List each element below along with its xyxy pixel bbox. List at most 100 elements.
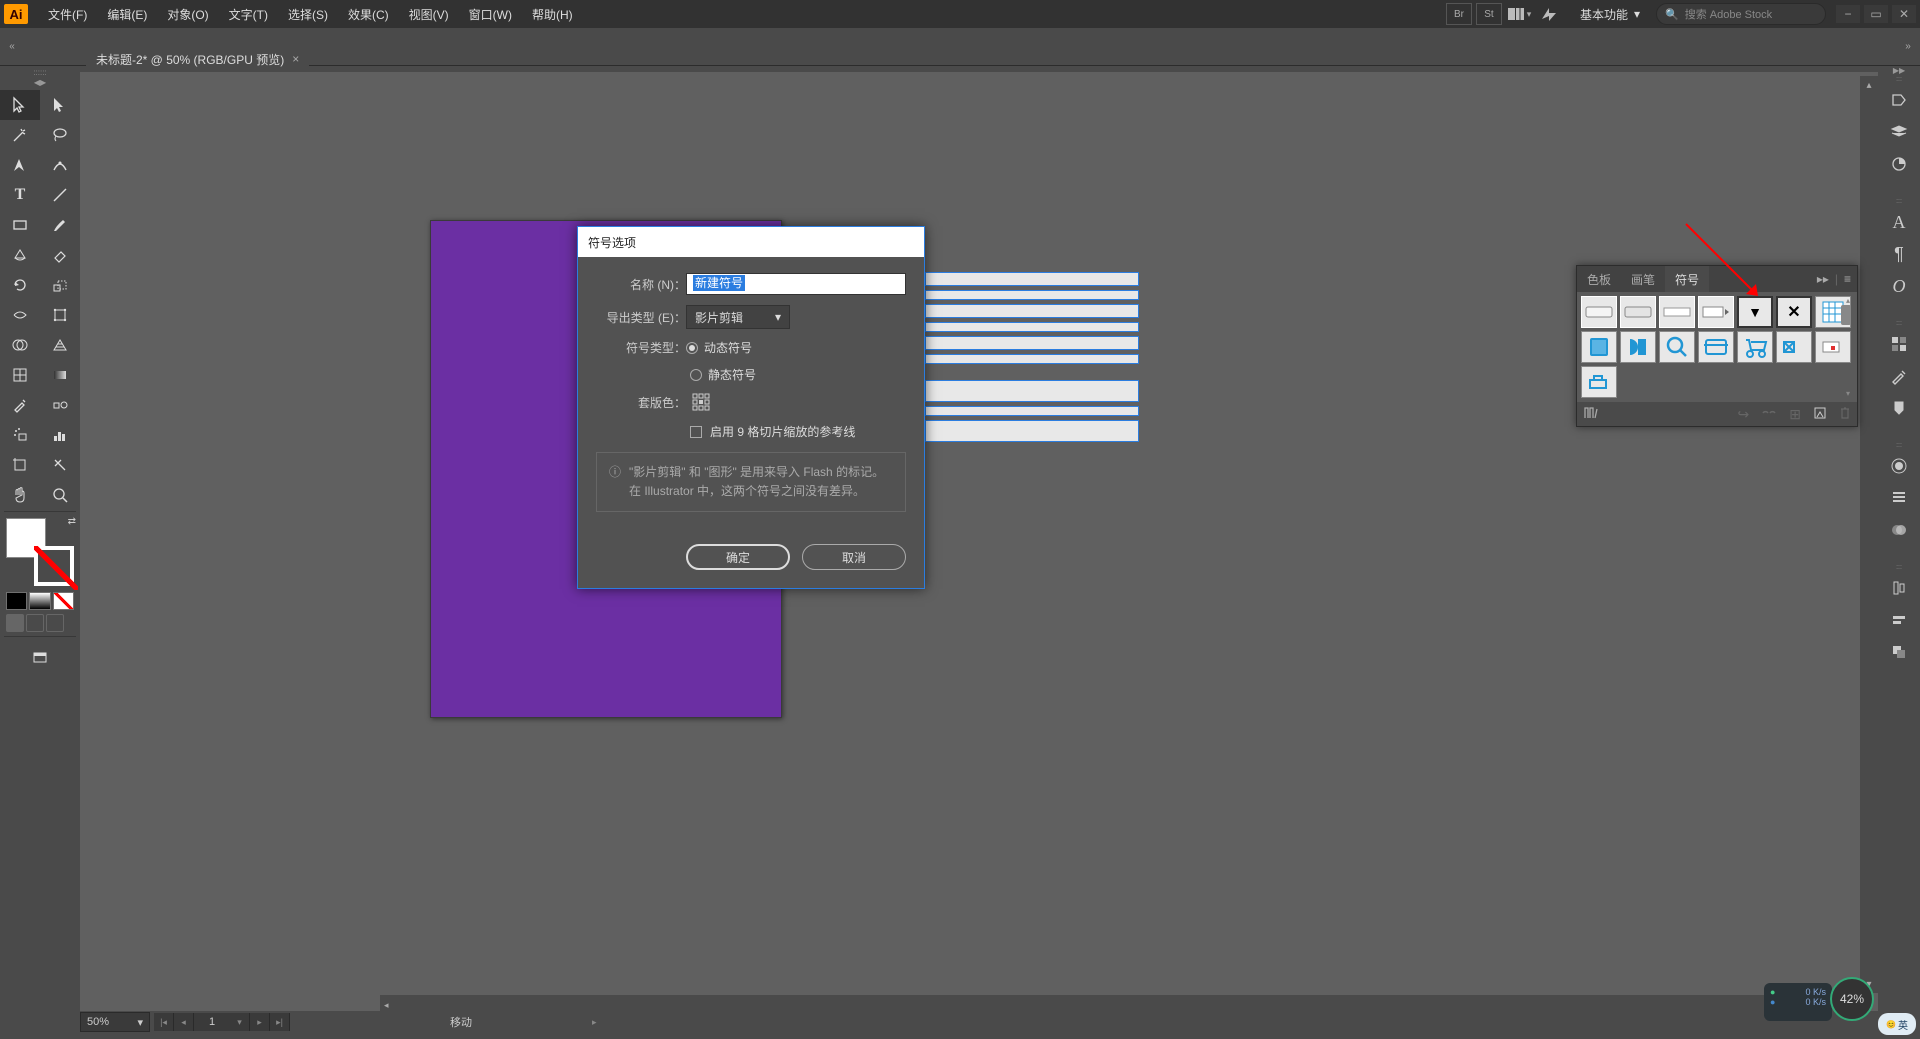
menu-select[interactable]: 选择(S) [278, 0, 338, 28]
panel-grip-3[interactable]: ::: [1878, 320, 1920, 328]
symbols-panel-icon[interactable] [1878, 392, 1920, 424]
symbol-cell[interactable] [1698, 331, 1734, 363]
transform-panel-icon[interactable] [1878, 604, 1920, 636]
status-arrow-icon[interactable]: ▸ [592, 1017, 597, 1028]
arrange-docs-icon[interactable]: ▾ [1506, 3, 1532, 25]
ime-badge[interactable]: 😊英 [1878, 1013, 1916, 1035]
maximize-button[interactable]: ▭ [1864, 5, 1888, 23]
symbol-cell[interactable] [1659, 296, 1695, 328]
menu-file[interactable]: 文件(F) [38, 0, 97, 28]
tool-grip[interactable]: :::::: [0, 68, 80, 78]
panel-grip-2[interactable]: ::: [1878, 198, 1920, 206]
none-mode-btn[interactable] [53, 592, 74, 610]
radio-dynamic[interactable] [686, 342, 698, 354]
symbol-cell[interactable] [1737, 331, 1773, 363]
symbol-cell[interactable] [1659, 331, 1695, 363]
panel-grip-1[interactable]: ::: [1878, 76, 1920, 84]
document-tab[interactable]: 未标题-2* @ 50% (RGB/GPU 预览) × [86, 47, 309, 71]
symbol-options-icon[interactable]: ⊞ [1789, 406, 1801, 423]
character-panel-icon[interactable]: A [1878, 206, 1920, 238]
symbol-cell[interactable] [1620, 296, 1656, 328]
page-dropdown-btn[interactable]: ▾ [230, 1013, 250, 1031]
symbol-cell[interactable] [1581, 331, 1617, 363]
blend-tool[interactable] [40, 390, 80, 420]
draw-normal-btn[interactable] [6, 614, 24, 632]
stock-icon[interactable]: St [1476, 3, 1502, 25]
symbol-cell[interactable] [1776, 331, 1812, 363]
appearance-panel-icon[interactable] [1878, 450, 1920, 482]
panel-expand-icon[interactable]: ▸▸ [1817, 272, 1829, 286]
perspective-tool[interactable] [40, 330, 80, 360]
radio-static[interactable] [690, 369, 702, 381]
panel-grip-4[interactable]: ::: [1878, 442, 1920, 450]
pen-tool[interactable] [0, 150, 40, 180]
workspace-switcher[interactable]: 基本功能 ▾ [1572, 6, 1648, 23]
curvature-tool[interactable] [40, 150, 80, 180]
transparency-panel-icon[interactable] [1878, 514, 1920, 546]
direct-selection-tool[interactable] [40, 90, 80, 120]
menu-edit[interactable]: 编辑(E) [97, 0, 157, 28]
eraser-tool[interactable] [40, 240, 80, 270]
menu-object[interactable]: 对象(O) [157, 0, 218, 28]
menu-effect[interactable]: 效果(C) [338, 0, 399, 28]
symbol-cell[interactable] [1620, 331, 1656, 363]
new-symbol-icon[interactable] [1813, 406, 1827, 423]
graph-tool[interactable] [40, 420, 80, 450]
opentype-panel-icon[interactable]: O [1878, 270, 1920, 302]
menu-type[interactable]: 文字(T) [219, 0, 278, 28]
tab-swatches[interactable]: 色板 [1577, 266, 1621, 292]
paragraph-panel-icon[interactable]: ¶ [1878, 238, 1920, 270]
canvas-symbol-bbox[interactable] [925, 272, 1139, 482]
canvas[interactable]: ▴ ▾ ◂ ▸ [80, 72, 1878, 1013]
eyedropper-tool[interactable] [0, 390, 40, 420]
break-link-icon[interactable] [1761, 406, 1777, 422]
menu-view[interactable]: 视图(V) [399, 0, 459, 28]
graphic-styles-panel-icon[interactable] [1878, 482, 1920, 514]
registration-grid-icon[interactable] [690, 391, 712, 413]
magic-wand-tool[interactable] [0, 120, 40, 150]
tab-symbols[interactable]: 符号 [1665, 266, 1709, 292]
minimize-button[interactable]: − [1836, 5, 1860, 23]
panel-collapse-icon[interactable]: ▶▶ [1878, 66, 1920, 76]
line-tool[interactable] [40, 180, 80, 210]
gradient-tool[interactable] [40, 360, 80, 390]
symbol-cell[interactable]: ▼ [1737, 296, 1773, 328]
close-tab-icon[interactable]: × [292, 52, 299, 66]
shape-builder-tool[interactable] [0, 330, 40, 360]
first-page-btn[interactable]: |◂ [154, 1013, 174, 1031]
gpu-icon[interactable] [1536, 3, 1562, 25]
libraries-panel-icon[interactable] [1878, 148, 1920, 180]
stroke-swatch[interactable] [34, 546, 74, 586]
next-page-btn[interactable]: ▸ [250, 1013, 270, 1031]
properties-panel-icon[interactable] [1878, 84, 1920, 116]
vertical-scrollbar[interactable]: ▴ ▾ [1860, 76, 1878, 993]
close-button[interactable]: ✕ [1892, 5, 1916, 23]
brushes-panel-icon[interactable] [1878, 360, 1920, 392]
paintbrush-tool[interactable] [40, 210, 80, 240]
tab-brushes[interactable]: 画笔 [1621, 266, 1665, 292]
shaper-tool[interactable] [0, 240, 40, 270]
gradient-mode-btn[interactable] [29, 592, 50, 610]
export-type-select[interactable]: 影片剪辑 ▾ [686, 305, 790, 329]
swap-icon[interactable]: ⇄ [68, 516, 76, 527]
fill-stroke-swatches[interactable]: ⇄ [4, 516, 76, 588]
screen-mode-btn[interactable] [25, 643, 55, 673]
lasso-tool[interactable] [40, 120, 80, 150]
symbol-sprayer-tool[interactable] [0, 420, 40, 450]
type-tool[interactable]: T [0, 180, 40, 210]
prev-page-btn[interactable]: ◂ [174, 1013, 194, 1031]
hand-tool[interactable] [0, 480, 40, 510]
grid-scrollbar[interactable]: ▴ ▾ [1841, 296, 1855, 398]
enable-9slice-checkbox[interactable] [690, 426, 702, 438]
collapse-left-icon[interactable]: « [4, 39, 20, 55]
width-tool[interactable] [0, 300, 40, 330]
symbol-cell[interactable]: ✕ [1776, 296, 1812, 328]
ok-button[interactable]: 确定 [686, 544, 790, 570]
swatches-panel-icon[interactable] [1878, 328, 1920, 360]
library-menu-icon[interactable] [1583, 406, 1599, 423]
scale-tool[interactable] [40, 270, 80, 300]
place-symbol-icon[interactable]: ↪ [1738, 406, 1750, 423]
page-number[interactable]: 1 [194, 1013, 230, 1031]
zoom-select[interactable]: 50% ▾ [80, 1012, 150, 1032]
delete-symbol-icon[interactable] [1839, 406, 1851, 423]
